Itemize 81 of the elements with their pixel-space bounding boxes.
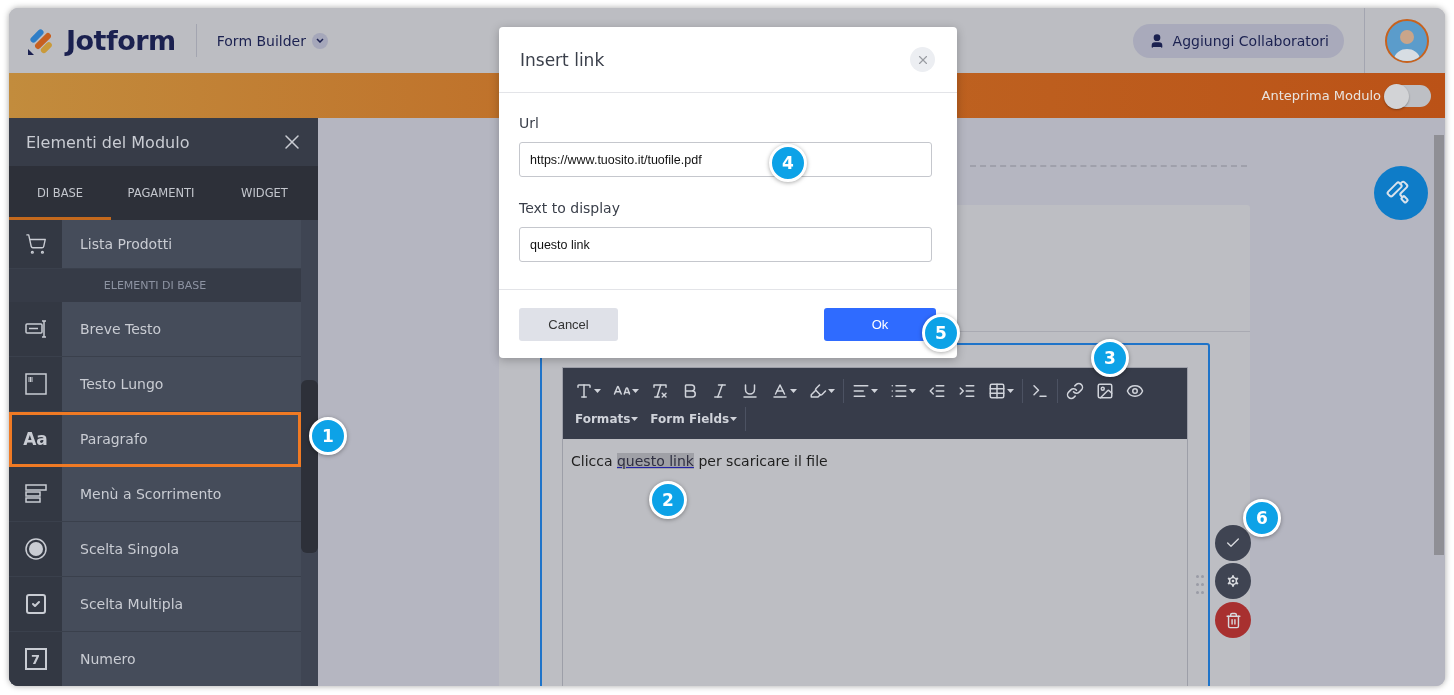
section-heading: ELEMENTI DI BASE: [9, 269, 301, 302]
ok-button[interactable]: Ok: [824, 307, 936, 341]
element-item[interactable]: Lista Prodotti: [9, 220, 301, 269]
settings-button[interactable]: [1215, 563, 1251, 599]
text-field-icon: [24, 320, 47, 338]
confirm-button[interactable]: [1215, 525, 1251, 561]
brand-name: Jotform: [66, 25, 176, 56]
item-label: Scelta Multipla: [80, 596, 184, 612]
collaborators-button[interactable]: Aggiungi Collaboratori: [1132, 23, 1344, 58]
clear-format-icon: [651, 382, 669, 400]
paragraph-icon: Aa: [23, 429, 48, 449]
form-builder-menu[interactable]: Form Builder: [216, 32, 328, 49]
link-icon: [1066, 382, 1084, 400]
link[interactable]: questo link: [617, 453, 694, 469]
field-label: Url: [519, 115, 540, 131]
item-label: Menù a Scorrimento: [80, 486, 222, 502]
element-item[interactable]: Aa Paragrafo: [9, 412, 301, 467]
outdent-icon: [928, 382, 946, 400]
preview-icon: [1126, 382, 1144, 400]
caret-icon: [594, 389, 601, 393]
element-item[interactable]: Testo Lungo: [9, 357, 301, 412]
item-label: Breve Testo: [80, 321, 162, 337]
tab[interactable]: WIDGET: [211, 166, 318, 220]
preview-toggle[interactable]: [1385, 84, 1431, 107]
tab[interactable]: PAGAMENTI: [111, 166, 211, 220]
image-icon: [1096, 382, 1114, 400]
list-icon: [890, 382, 908, 400]
caret-icon: [871, 389, 878, 393]
caret-icon: [632, 389, 639, 393]
chevron-icon: [312, 32, 328, 49]
element-item[interactable]: Scelta Multipla: [9, 577, 301, 632]
underline-icon: [741, 382, 759, 400]
dropdown-icon: [24, 484, 47, 504]
paragraph-text: Clicca questo link per scaricare il file: [570, 452, 829, 471]
table-icon: [988, 382, 1006, 400]
scrollbar-thumb[interactable]: [301, 380, 318, 553]
caret-icon: [730, 417, 738, 421]
radio-icon: [24, 538, 47, 560]
dialog-title: Insert link: [520, 49, 605, 70]
element-item[interactable]: Scelta Singola: [9, 522, 301, 577]
drag-handle-icon[interactable]: [1196, 575, 1204, 594]
item-label: Testo Lungo: [80, 376, 164, 392]
settings-icon: [1225, 573, 1241, 589]
step-marker: 1: [309, 417, 347, 455]
element-item[interactable]: Breve Testo: [9, 302, 301, 357]
item-label: Scelta Singola: [80, 541, 180, 557]
checkbox-icon: [23, 592, 48, 616]
field-label: Text to display: [519, 200, 621, 216]
panel-title: Elementi del Modulo: [26, 132, 190, 152]
textarea-icon: [24, 373, 47, 395]
cancel-button[interactable]: Cancel: [519, 307, 618, 341]
caret-icon: [790, 389, 797, 393]
step-marker: 6: [1243, 499, 1281, 537]
element-item[interactable]: 7 Numero: [9, 632, 301, 686]
delete-button[interactable]: [1215, 602, 1251, 638]
align-icon: [852, 382, 870, 400]
font-icon: [575, 382, 593, 400]
item-label: Paragrafo: [80, 431, 148, 447]
number-icon: 7: [24, 648, 47, 670]
input-field[interactable]: questo link: [519, 227, 932, 262]
italic-icon: [711, 382, 729, 400]
highlighter-icon: [809, 382, 827, 400]
item-label: Lista Prodotti: [80, 236, 173, 252]
dropdown-button[interactable]: Form Fields: [644, 406, 744, 432]
designer-button[interactable]: [1374, 166, 1428, 220]
item-label: Numero: [80, 651, 136, 667]
indent-icon: [958, 382, 976, 400]
caret-icon: [631, 417, 639, 421]
scrollbar[interactable]: [1433, 118, 1445, 686]
caret-icon: [909, 389, 916, 393]
text-color-icon: [771, 382, 789, 400]
avatar[interactable]: [1385, 18, 1429, 63]
trash-icon: [1224, 611, 1242, 629]
caret-icon: [1007, 389, 1014, 393]
caret-icon: [828, 389, 835, 393]
element-item[interactable]: Menù a Scorrimento: [9, 467, 301, 522]
dropdown-button[interactable]: Formats: [569, 406, 645, 432]
preview-label: Anteprima Modulo: [1261, 88, 1381, 103]
code-icon: [1031, 382, 1049, 400]
cart-icon: [24, 233, 47, 255]
close-button[interactable]: [910, 47, 935, 72]
